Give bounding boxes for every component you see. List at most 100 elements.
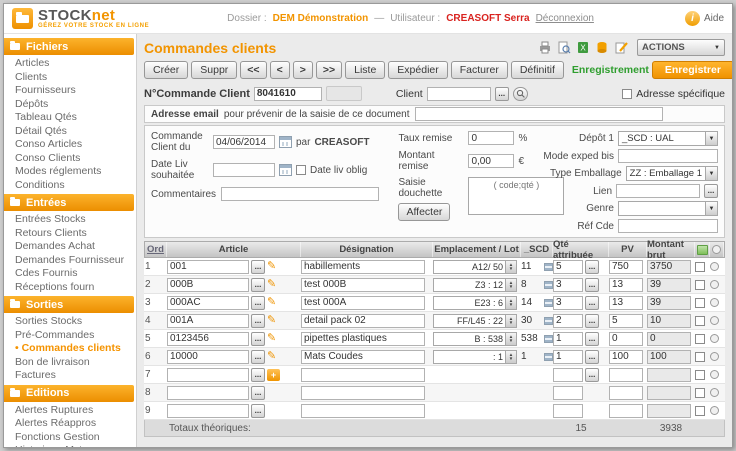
- article-input[interactable]: [167, 259, 249, 274]
- date-liv-input[interactable]: [213, 163, 275, 177]
- emplacement-combo[interactable]: B : 538 ▲ ▼: [433, 331, 517, 346]
- pv-input[interactable]: [609, 331, 643, 346]
- sidebar-item-tableau-qtes[interactable]: Tableau Qtés: [4, 111, 134, 125]
- qte-input[interactable]: [553, 331, 583, 346]
- designation-input[interactable]: [301, 277, 425, 292]
- suppr-button[interactable]: Suppr: [191, 61, 238, 79]
- actions-dropdown[interactable]: ACTIONS ▼: [637, 39, 725, 56]
- article-browse-button[interactable]: ...: [251, 277, 265, 292]
- client-lookup-button[interactable]: [512, 86, 528, 101]
- emplacement-combo[interactable]: FF/L45 : 22 ▲ ▼: [433, 313, 517, 328]
- sidebar-item-cdes-fournis[interactable]: Cdes Fournis: [4, 267, 134, 281]
- stock-layers-icon[interactable]: [544, 334, 553, 343]
- facturer-button[interactable]: Facturer: [450, 61, 508, 79]
- line-checkbox[interactable]: [695, 405, 705, 416]
- article-browse-button[interactable]: ...: [251, 313, 265, 328]
- client-browse-button[interactable]: ...: [494, 86, 509, 101]
- edit-pencil-icon[interactable]: ✎: [267, 351, 276, 362]
- logout-link[interactable]: Déconnexion: [536, 13, 594, 24]
- article-input[interactable]: [167, 313, 249, 328]
- sidebar-item-entrees-stocks[interactable]: Entrées Stocks: [4, 213, 134, 227]
- ref-cde-input[interactable]: [618, 219, 718, 233]
- emplacement-combo[interactable]: Z3 : 12 ▲ ▼: [433, 277, 517, 292]
- article-input[interactable]: [167, 331, 249, 346]
- header-edit-all-icon[interactable]: [696, 244, 708, 255]
- article-browse-button[interactable]: ...: [251, 367, 265, 382]
- qte-input[interactable]: [553, 367, 583, 382]
- enregistrer-button[interactable]: Enregistrer: [651, 61, 732, 79]
- stock-layers-icon[interactable]: [544, 298, 553, 307]
- emplacement-combo[interactable]: : 1 ▲ ▼: [433, 349, 517, 364]
- client-input[interactable]: [426, 86, 491, 101]
- qte-browse-button[interactable]: ...: [585, 331, 599, 346]
- edit-pencil-icon[interactable]: ✎: [267, 333, 276, 344]
- sidebar-item-alertes-reappros[interactable]: Alertes Réappros: [4, 417, 134, 431]
- sidebar-item-clients[interactable]: Clients: [4, 71, 134, 85]
- qte-browse-button[interactable]: ...: [585, 349, 599, 364]
- lien-input[interactable]: [616, 184, 700, 198]
- sidebar-item-factures[interactable]: Factures: [4, 369, 134, 383]
- qte-input[interactable]: [553, 403, 583, 418]
- line-checkbox[interactable]: [695, 369, 705, 380]
- qte-browse-button[interactable]: ...: [585, 295, 599, 310]
- line-status-icon[interactable]: [710, 298, 719, 307]
- genre-select[interactable]: ▼: [618, 201, 718, 216]
- emplacement-combo[interactable]: A12/ 50 ▲ ▼: [433, 259, 517, 274]
- line-checkbox[interactable]: [695, 315, 705, 326]
- designation-input[interactable]: [301, 403, 425, 418]
- stock-layers-icon[interactable]: [544, 316, 553, 325]
- pv-input[interactable]: [609, 349, 643, 364]
- add-article-icon[interactable]: +: [267, 368, 280, 381]
- excel-export-icon[interactable]: X: [575, 41, 590, 55]
- sidebar-item-modes-reglements[interactable]: Modes réglements: [4, 165, 134, 179]
- designation-input[interactable]: [301, 295, 425, 310]
- sidebar-item-fournisseurs[interactable]: Fournisseurs: [4, 84, 134, 98]
- stock-layers-icon[interactable]: [544, 352, 553, 361]
- qte-browse-button[interactable]: ...: [585, 259, 599, 274]
- edit-pencil-icon[interactable]: ✎: [267, 261, 276, 272]
- article-input[interactable]: [167, 385, 249, 400]
- designation-input[interactable]: [301, 367, 425, 382]
- pv-input[interactable]: [609, 385, 643, 400]
- stock-layers-icon[interactable]: [544, 262, 553, 271]
- line-checkbox[interactable]: [695, 261, 705, 272]
- sidebar-item-depots[interactable]: Dépôts: [4, 98, 134, 112]
- qte-browse-button[interactable]: ...: [585, 313, 599, 328]
- edit-pencil-icon[interactable]: ✎: [267, 297, 276, 308]
- article-input[interactable]: [167, 295, 249, 310]
- pv-input[interactable]: [609, 277, 643, 292]
- calendar-icon[interactable]: [279, 164, 292, 176]
- database-icon[interactable]: [594, 41, 609, 55]
- sidebar-item-commandes-clients[interactable]: Commandes clients: [4, 342, 134, 356]
- preview-icon[interactable]: [556, 41, 571, 55]
- sidebar-item-detail-qtes[interactable]: Détail Qtés: [4, 125, 134, 139]
- sidebar-section-editions[interactable]: Editions: [4, 384, 134, 402]
- article-browse-button[interactable]: ...: [251, 331, 265, 346]
- creer-button[interactable]: Créer: [144, 61, 189, 79]
- edit-pencil-icon[interactable]: ✎: [267, 315, 276, 326]
- affecter-button[interactable]: Affecter: [398, 203, 451, 221]
- sidebar-item-conso-articles[interactable]: Conso Articles: [4, 138, 134, 152]
- sidebar-item-alertes-ruptures[interactable]: Alertes Ruptures: [4, 404, 134, 418]
- prev-record-button[interactable]: <: [269, 61, 290, 79]
- qte-input[interactable]: [553, 385, 583, 400]
- article-browse-button[interactable]: ...: [251, 295, 265, 310]
- pv-input[interactable]: [609, 313, 643, 328]
- lien-browse-button[interactable]: ...: [704, 184, 718, 198]
- sidebar-item-articles[interactable]: Articles: [4, 57, 134, 71]
- expedier-button[interactable]: Expédier: [388, 61, 448, 79]
- emplacement-combo[interactable]: E23 : 6 ▲ ▼: [433, 295, 517, 310]
- help-button[interactable]: i Aide: [684, 11, 724, 26]
- sidebar-item-demandes-fournisseur[interactable]: Demandes Fournisseur: [4, 254, 134, 268]
- sidebar-item-fonctions-gestion[interactable]: Fonctions Gestion: [4, 431, 134, 445]
- article-browse-button[interactable]: ...: [251, 403, 265, 418]
- last-record-button[interactable]: >>: [315, 61, 343, 79]
- date-liv-oblig-checkbox[interactable]: [296, 165, 306, 175]
- line-status-icon[interactable]: [710, 262, 719, 271]
- ord-column-header[interactable]: Ord: [147, 244, 164, 255]
- sidebar-section-entrees[interactable]: Entrées: [4, 194, 134, 211]
- line-status-icon[interactable]: [710, 370, 719, 379]
- commentaires-input[interactable]: [221, 187, 379, 201]
- qte-input[interactable]: [553, 277, 583, 292]
- sidebar-item-pre-commandes[interactable]: Pré-Commandes: [4, 329, 134, 343]
